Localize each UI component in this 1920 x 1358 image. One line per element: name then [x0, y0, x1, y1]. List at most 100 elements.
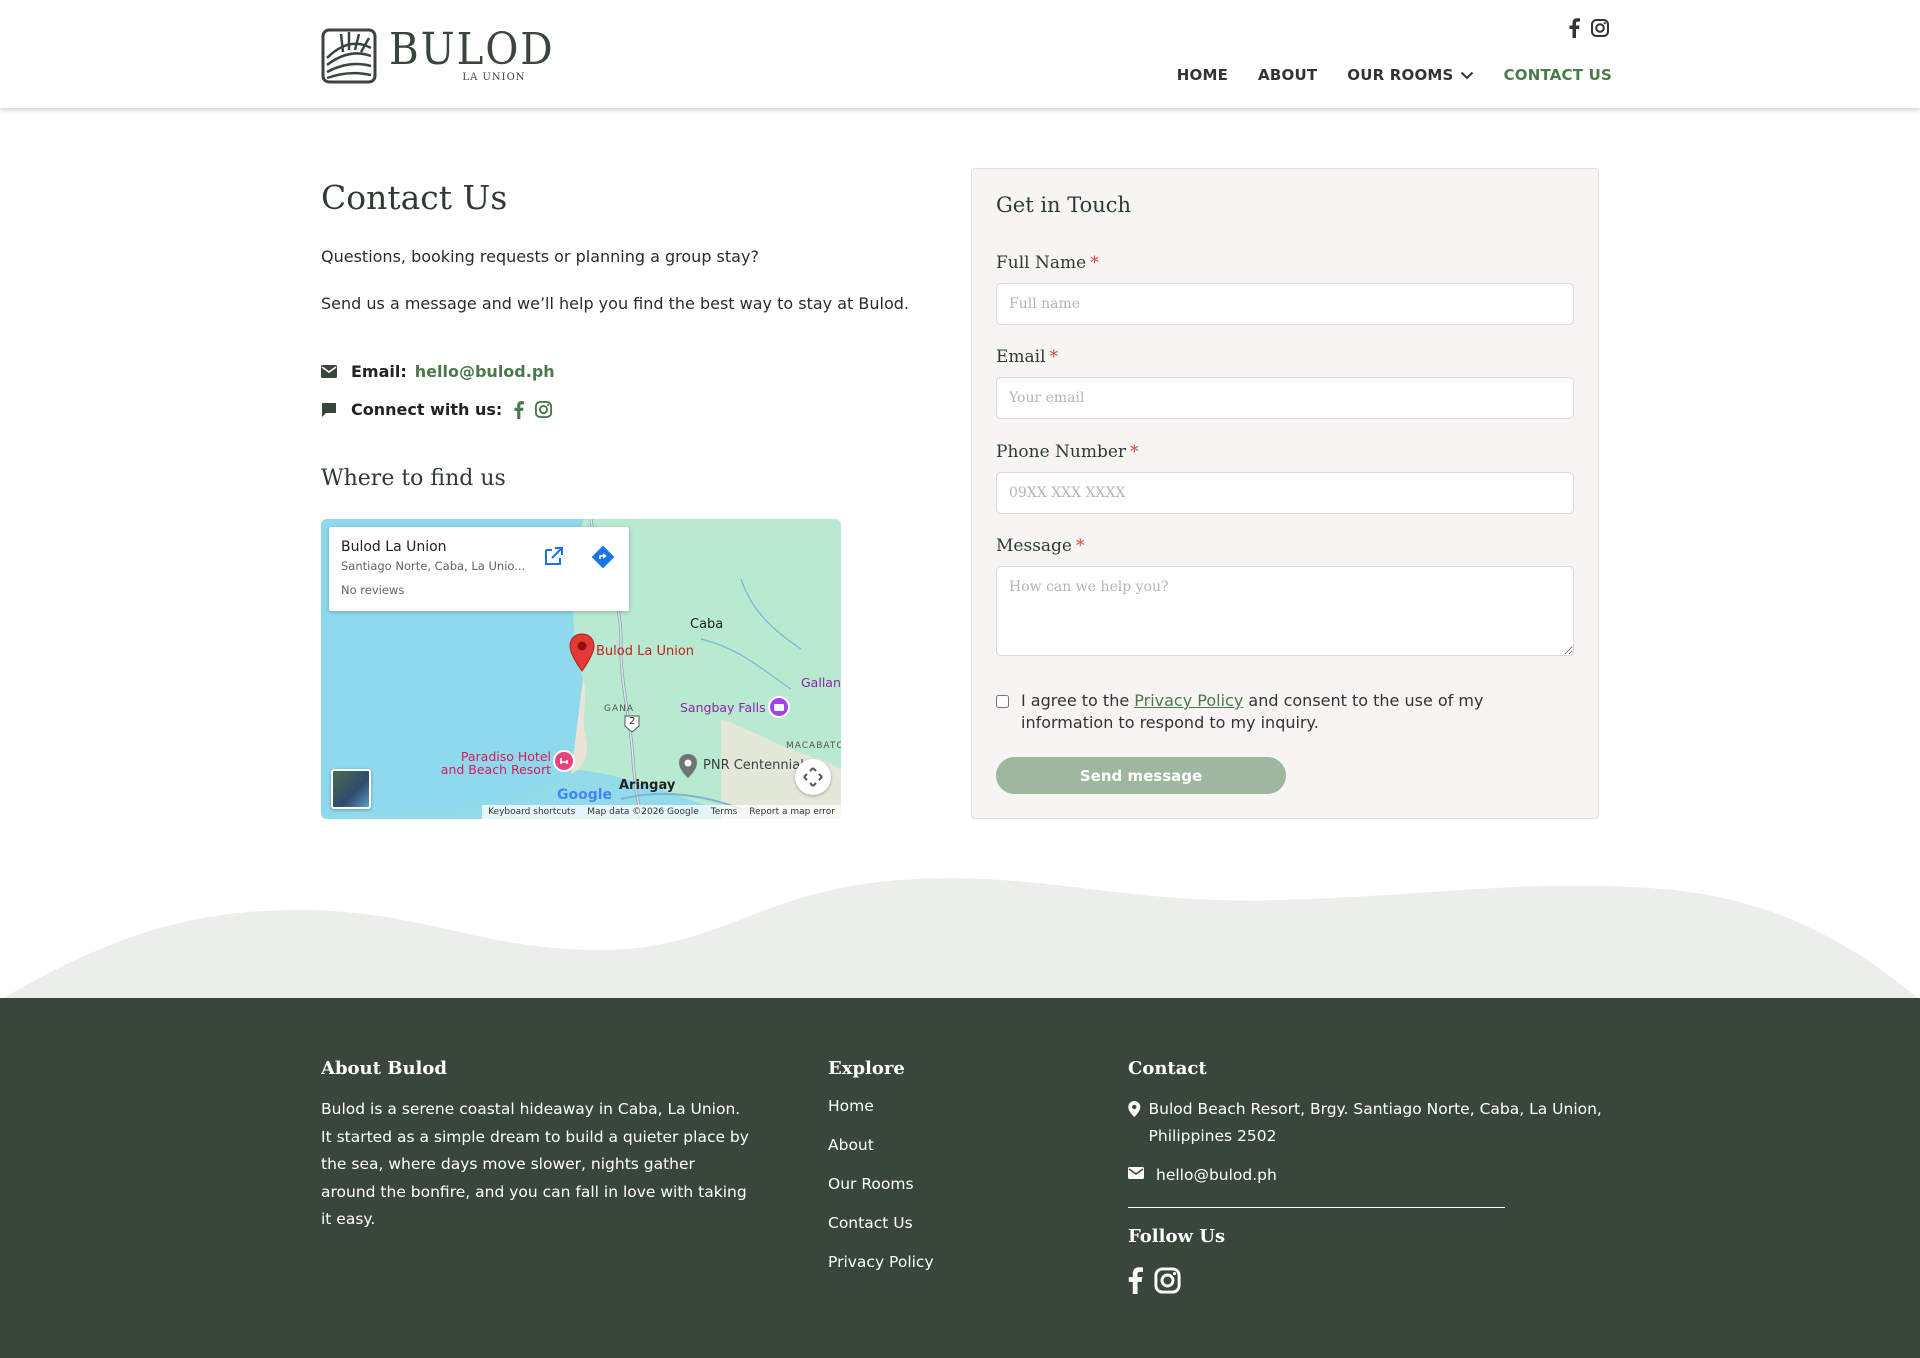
envelope-icon: [1128, 1167, 1144, 1179]
brand-logo[interactable]: BULOD LA UNION: [321, 28, 569, 84]
map-label-paradiso-2: and Beach Resort: [440, 762, 551, 777]
directions-button[interactable]: [587, 541, 619, 573]
intro-text-1: Questions, booking requests or planning …: [321, 247, 759, 266]
phone-input[interactable]: [996, 472, 1574, 514]
open-in-maps-icon[interactable]: [539, 543, 567, 571]
footer-link-about[interactable]: About: [828, 1135, 934, 1155]
facebook-icon[interactable]: [1128, 1267, 1143, 1294]
chevron-down-icon[interactable]: [1460, 71, 1474, 80]
satellite-toggle[interactable]: [331, 769, 371, 809]
landmark-pin-icon: [679, 754, 697, 778]
instagram-icon[interactable]: [1590, 18, 1610, 38]
email-link[interactable]: hello@bulod.ph: [415, 362, 555, 381]
consent-text: I agree to the Privacy Policy and consen…: [1021, 690, 1576, 734]
privacy-policy-link[interactable]: Privacy Policy: [1134, 691, 1243, 710]
main-nav: HOME ABOUT OUR ROOMS CONTACT US: [1177, 66, 1612, 84]
required-mark: *: [1090, 253, 1099, 273]
map-label-route: 2: [629, 716, 636, 727]
page-title: Contact Us: [321, 178, 508, 217]
footer-explore-title: Explore: [828, 1058, 905, 1079]
footer-link-our-rooms[interactable]: Our Rooms: [828, 1174, 934, 1194]
map-pin-icon[interactable]: [568, 633, 596, 673]
consent-row: I agree to the Privacy Policy and consen…: [996, 690, 1576, 734]
site-footer: About Bulod Bulod is a serene coastal hi…: [0, 998, 1920, 1358]
directions-icon: [591, 545, 615, 569]
full-name-label-text: Full Name: [996, 253, 1087, 273]
nav-our-rooms-label[interactable]: OUR ROOMS: [1347, 66, 1453, 84]
phone-label-text: Phone Number: [996, 442, 1127, 462]
brand-name: BULOD: [389, 24, 555, 75]
email-label-text: Email: [996, 347, 1046, 367]
nav-home[interactable]: HOME: [1177, 66, 1228, 84]
header-social-links: [1569, 18, 1610, 38]
consent-text-before: I agree to the: [1021, 691, 1135, 710]
footer-follow-title: Follow Us: [1128, 1226, 1226, 1247]
phone-label: Phone Number *: [996, 442, 1139, 462]
footer-about-text: Bulod is a serene coastal hideaway in Ca…: [321, 1100, 749, 1228]
map-label-pin: Bulod La Union: [596, 644, 695, 659]
map-place-name: Bulod La Union: [341, 539, 447, 555]
required-mark: *: [1130, 442, 1139, 462]
email-label: Email *: [996, 347, 1058, 367]
footer-link-home[interactable]: Home: [828, 1096, 934, 1116]
full-name-input[interactable]: [996, 283, 1574, 325]
connect-label: Connect with us:: [351, 400, 503, 419]
map-place-card: Bulod La Union Santiago Norte, Caba, La …: [329, 527, 629, 611]
instagram-icon[interactable]: [534, 400, 553, 419]
facebook-icon[interactable]: [514, 400, 525, 419]
email-info: Email: hello@bulod.ph: [321, 362, 555, 381]
intro-text-2: Send us a message and we’ll help you fin…: [321, 294, 909, 313]
consent-checkbox[interactable]: [996, 695, 1009, 708]
nav-contact-us[interactable]: CONTACT US: [1504, 66, 1612, 84]
map-label-gana: GANA: [604, 704, 635, 714]
arrows-icon: [803, 767, 823, 787]
map-label-macabato: MACABATO: [786, 741, 841, 751]
hotel-pin-icon: [553, 750, 575, 772]
footer-address-text: Bulod Beach Resort, Brgy. Santiago Norte…: [1148, 1100, 1602, 1145]
footer-link-privacy-policy[interactable]: Privacy Policy: [828, 1252, 934, 1272]
google-logo-text: Google: [557, 787, 613, 803]
map-report-error[interactable]: Report a map error: [749, 807, 835, 817]
google-logo: Google: [557, 787, 612, 803]
required-mark: *: [1076, 536, 1085, 556]
message-label-text: Message: [996, 536, 1072, 556]
footer-address: Bulod Beach Resort, Brgy. Santiago Norte…: [1128, 1096, 1608, 1150]
email-input[interactable]: [996, 377, 1574, 419]
footer-email-link[interactable]: hello@bulod.ph: [1156, 1162, 1277, 1189]
map-camera-control[interactable]: [795, 759, 831, 795]
footer-email: hello@bulod.ph: [1128, 1162, 1277, 1189]
footer-wave: [0, 878, 1920, 1000]
full-name-label: Full Name *: [996, 253, 1099, 273]
chat-icon: [322, 402, 336, 417]
map-label-caba: Caba: [690, 617, 724, 632]
envelope-icon: [321, 365, 337, 378]
google-map[interactable]: Bulod La Union Santiago Norte, Caba, La …: [321, 519, 841, 819]
instagram-icon[interactable]: [1153, 1266, 1182, 1295]
map-pin-icon: [1128, 1101, 1141, 1117]
send-message-button[interactable]: Send message: [996, 757, 1286, 794]
footer-divider: [1128, 1207, 1505, 1208]
message-textarea[interactable]: [996, 566, 1574, 656]
map-attribution: Keyboard shortcuts Map data ©2026 Google…: [482, 805, 841, 819]
map-label-gallan: Gallan: [801, 675, 841, 690]
map-keyboard-shortcuts[interactable]: Keyboard shortcuts: [488, 807, 575, 817]
map-place-address: Santiago Norte, Caba, La Unio...: [341, 559, 526, 573]
facebook-icon[interactable]: [1569, 18, 1580, 38]
map-place-reviews: No reviews: [341, 583, 405, 597]
attraction-icon: [768, 696, 790, 718]
site-header: BULOD LA UNION HOME ABOUT OUR ROOMS CONT…: [0, 0, 1920, 108]
footer-about-title: About Bulod: [321, 1058, 447, 1079]
map-terms[interactable]: Terms: [711, 807, 738, 817]
connect-info: Connect with us:: [321, 400, 553, 419]
nav-our-rooms[interactable]: OUR ROOMS: [1347, 66, 1473, 84]
required-mark: *: [1049, 347, 1059, 367]
footer-contact-title: Contact: [1128, 1058, 1207, 1079]
map-label-aringay: Aringay: [619, 778, 676, 793]
form-title: Get in Touch: [996, 193, 1132, 217]
footer-social-links: [1128, 1266, 1182, 1295]
find-us-title: Where to find us: [321, 466, 506, 491]
footer-link-contact-us[interactable]: Contact Us: [828, 1213, 934, 1233]
logo-mark-icon: [321, 28, 377, 84]
map-label-pnr: PNR Centennial: [703, 758, 804, 773]
nav-about[interactable]: ABOUT: [1258, 66, 1317, 84]
